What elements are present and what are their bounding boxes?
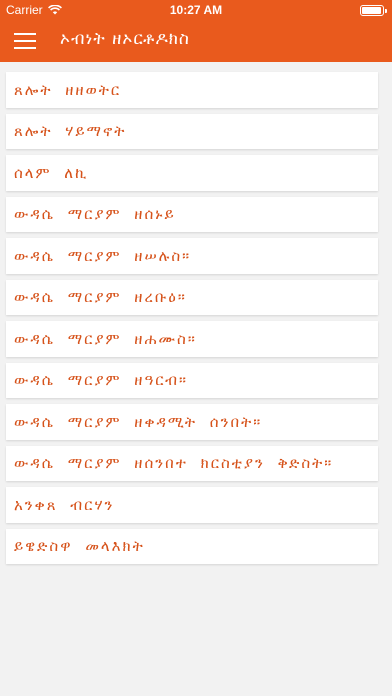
page-title: ኦብነት ዘኦርቶዶክስ [60,29,190,49]
list-item[interactable]: አንቀጸ ብርሃን [6,487,378,523]
navigation-bar: ኦብነት ዘኦርቶዶክስ [0,20,392,62]
list-item[interactable]: ውዳሴ ማርያም ዘሠሉስ። [6,238,378,274]
menu-line [14,47,36,49]
list-item[interactable]: ውዳሴ ማርያም ዘረቡዕ። [6,279,378,315]
prayer-list: ጸሎት ዘዘወትር ጸሎት ሃይማኖት ሰላም ለኪ ውዳሴ ማርያም ዘሰኑይ… [6,72,378,564]
list-item[interactable]: ውዳሴ ማርያም ዘሰኑይ [6,196,378,232]
list-item[interactable]: ይዌድስዋ መላእክት [6,528,378,564]
battery-icon [360,5,387,16]
list-item[interactable]: ውዳሴ ማርያም ዘሐሙስ። [6,321,378,357]
status-time: 10:27 AM [169,3,223,17]
list-item[interactable]: ጸሎት ዘዘወትር [6,72,378,108]
list-item[interactable]: ጸሎት ሃይማኖት [6,113,378,149]
menu-line [14,33,36,35]
menu-line [14,40,36,42]
list-item[interactable]: ሰላም ለኪ [6,155,378,191]
list-item[interactable]: ውዳሴ ማርያም ዘቀዳሚት ሰንበት። [6,404,378,440]
status-bar: Carrier 10:27 AM [0,0,392,20]
list-item[interactable]: ውዳሴ ማርያም ዘዓርብ። [6,362,378,398]
hamburger-menu-icon[interactable] [14,29,44,53]
list-item[interactable]: ውዳሴ ማርያም ዘሰንበተ ክርስቲያን ቅድስት። [6,445,378,481]
